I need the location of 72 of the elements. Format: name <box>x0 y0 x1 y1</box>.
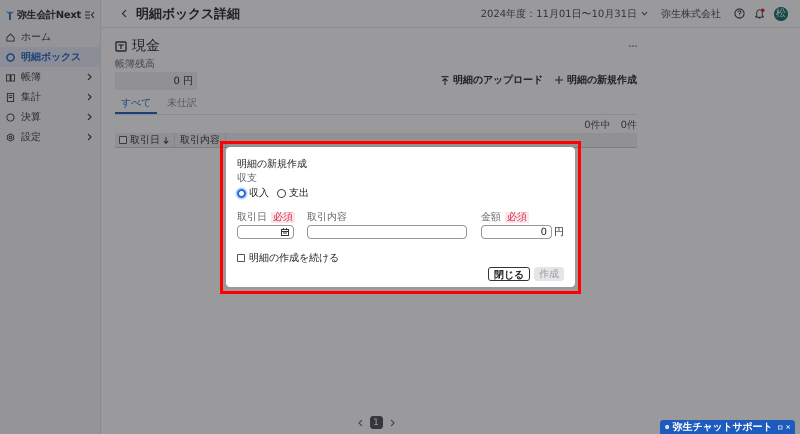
previous-page-icon[interactable] <box>358 418 362 426</box>
circle-icon <box>6 112 15 122</box>
select-all-checkbox[interactable] <box>119 136 127 144</box>
app-logo: 弥生会計Next <box>17 8 82 22</box>
continue-option[interactable]: 明細の作成を続ける <box>237 251 564 265</box>
balance-value: 0 円 <box>115 72 197 90</box>
date-field[interactable] <box>237 225 294 239</box>
nav-item[interactable]: ホーム <box>0 27 100 47</box>
nav-item[interactable]: 集計 <box>0 87 100 107</box>
upload-icon <box>441 76 449 84</box>
description-field[interactable] <box>307 225 467 239</box>
chevron-icon <box>87 133 92 141</box>
upload-button[interactable]: 明細のアップロード <box>441 73 543 87</box>
sort-arrow-icon[interactable] <box>163 136 169 144</box>
logo-icon <box>5 10 15 20</box>
create-button[interactable]: 明細の新規作成 <box>555 73 637 87</box>
checkbox-label: 明細の作成を続ける <box>249 252 339 265</box>
close-button[interactable]: 閉じる <box>488 267 530 281</box>
radio-icon[interactable] <box>237 188 246 198</box>
result-count: 0件中 0件 <box>583 118 637 132</box>
field-label: 取引日 <box>237 211 267 224</box>
column-header[interactable]: 取引内容 <box>180 133 220 147</box>
back-icon[interactable] <box>121 9 127 18</box>
notification-bell-icon[interactable] <box>754 8 765 19</box>
nav-item[interactable]: 決算 <box>0 107 100 127</box>
chevron-down-icon <box>641 11 648 16</box>
collapse-icon[interactable] <box>85 10 95 18</box>
currency-unit: 円 <box>554 226 564 239</box>
help-icon[interactable] <box>734 8 745 19</box>
checkbox[interactable] <box>237 254 245 262</box>
chevron-icon <box>87 113 92 121</box>
account-title: 現金 <box>132 37 160 55</box>
page-button[interactable]: 1 <box>370 416 382 429</box>
page-title: 明細ボックス詳細 <box>136 6 240 22</box>
tab[interactable]: 未仕訳 <box>161 94 203 114</box>
plus-icon <box>555 76 563 84</box>
tab[interactable]: すべて <box>115 94 157 114</box>
box-icon <box>6 52 15 62</box>
company-name: 弥生株式会社 <box>661 8 721 20</box>
chevron-icon <box>87 73 92 81</box>
book-icon <box>6 72 15 82</box>
cash-box-icon <box>115 40 127 52</box>
required-badge: 必須 <box>505 212 529 222</box>
chat-title: 弥生チャットサポート <box>672 420 772 434</box>
chat-bubble-icon <box>665 423 670 431</box>
calendar-icon[interactable] <box>281 228 289 236</box>
settings-icon <box>6 132 15 142</box>
nav-item[interactable]: 帳簿 <box>0 67 100 87</box>
radio-icon[interactable] <box>277 188 286 198</box>
next-page-icon[interactable] <box>390 418 394 426</box>
required-badge: 必須 <box>271 212 295 222</box>
radio-option[interactable]: 収入 <box>237 186 269 200</box>
nav-item[interactable]: 設定 <box>0 127 100 147</box>
home-icon <box>6 32 15 42</box>
dialog-title: 明細の新規作成 <box>237 158 308 171</box>
field-label: 収支 <box>237 172 258 185</box>
field-label: 取引内容 <box>307 210 347 224</box>
column-header[interactable]: 取引日 <box>130 133 160 147</box>
close-icon[interactable] <box>786 423 790 431</box>
radio-label: 支出 <box>289 186 309 200</box>
minimize-icon[interactable] <box>778 424 783 430</box>
radio-label: 収入 <box>249 186 269 200</box>
chat-support-bar[interactable]: 弥生チャットサポート <box>660 420 795 434</box>
nav-item[interactable]: 明細ボックス <box>0 47 100 67</box>
field-label: 金額 <box>481 210 501 224</box>
chevron-icon <box>87 93 92 101</box>
amount-field[interactable]: 0 <box>481 225 552 239</box>
balance-label: 帳簿残高 <box>115 58 156 71</box>
document-icon <box>6 92 15 102</box>
user-avatar[interactable]: 松 <box>774 6 788 20</box>
radio-option[interactable]: 支出 <box>277 186 309 200</box>
fiscal-period-dropdown[interactable]: 2024年度：11月01日〜10月31日 <box>480 6 648 20</box>
